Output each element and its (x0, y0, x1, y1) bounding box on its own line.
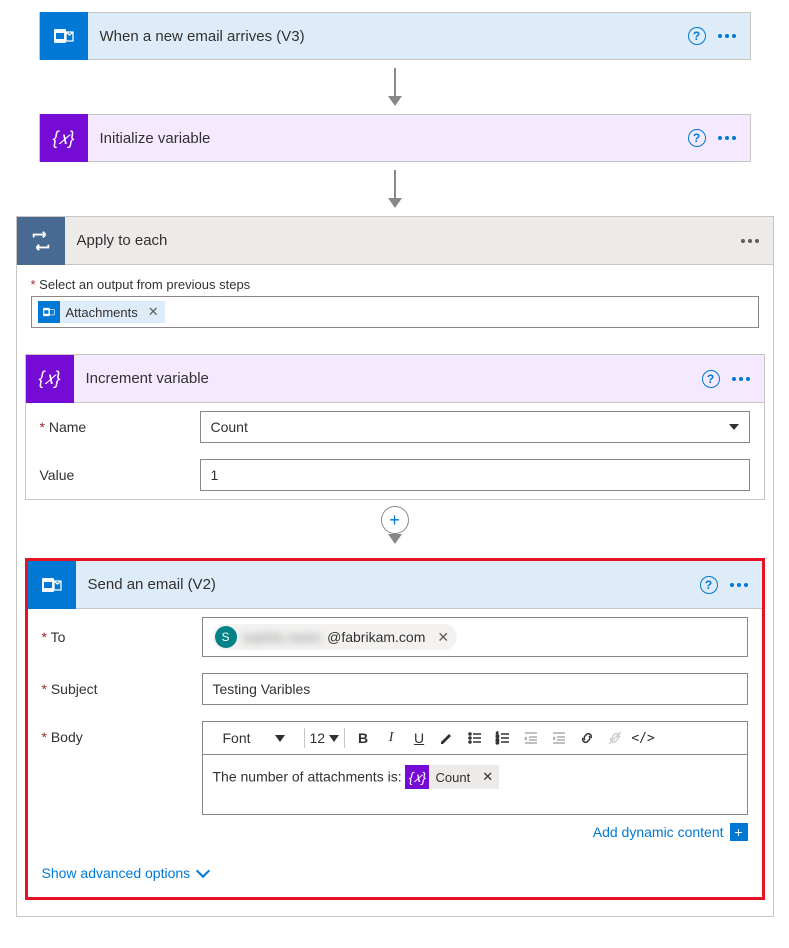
remove-recipient-icon[interactable]: ✕ (431, 629, 449, 646)
remove-token-icon[interactable]: ✕ (476, 769, 499, 785)
value-input[interactable]: 1 (200, 459, 750, 491)
more-icon[interactable] (741, 239, 759, 243)
outlook-token-icon (38, 301, 60, 323)
value-value: 1 (211, 467, 219, 483)
value-label: Value (40, 467, 190, 483)
number-list-button[interactable]: 123 (490, 725, 516, 751)
action-increment-variable[interactable]: {𝑥} Increment variable ? (26, 355, 764, 403)
avatar: S (215, 626, 237, 648)
rich-text-toolbar: Font 12 B I U (202, 721, 748, 755)
attachments-token[interactable]: Attachments ✕ (38, 301, 165, 323)
connector-arrow (388, 68, 402, 106)
bold-button[interactable]: B (350, 725, 376, 751)
subject-value: Testing Varibles (213, 681, 311, 697)
underline-button[interactable]: U (406, 725, 432, 751)
token-label: Attachments (66, 305, 138, 320)
action-send-email[interactable]: Send an email (V2) ? (28, 561, 762, 609)
name-label: Name (40, 419, 190, 435)
variable-icon: {𝑥} (40, 114, 88, 162)
to-label: To (42, 629, 192, 645)
remove-token-icon[interactable]: ✕ (144, 304, 159, 320)
code-view-button[interactable]: </> (630, 725, 656, 751)
select-output-input[interactable]: Attachments ✕ (31, 296, 759, 328)
select-output-label: Select an output from previous steps (31, 277, 759, 292)
italic-button[interactable]: I (378, 725, 404, 751)
subject-input[interactable]: Testing Varibles (202, 673, 748, 705)
add-step-button[interactable]: + (381, 506, 409, 534)
more-icon[interactable] (732, 377, 750, 381)
send-email-title: Send an email (V2) (76, 576, 700, 593)
outlook-icon (40, 12, 88, 60)
link-button[interactable] (574, 725, 600, 751)
action-initialize-variable[interactable]: {𝑥} Initialize variable ? (39, 114, 751, 162)
variable-icon: {𝑥} (405, 765, 429, 789)
svg-text:3: 3 (496, 740, 499, 746)
show-advanced-options-link[interactable]: Show advanced options (28, 849, 762, 887)
send-email-card-highlighted: Send an email (V2) ? To S sophie.owen @f… (25, 558, 765, 900)
action-apply-to-each[interactable]: Apply to each (17, 217, 773, 265)
add-dynamic-content-button[interactable]: + (730, 823, 748, 841)
recipient-pill[interactable]: S sophie.owen @fabrikam.com ✕ (213, 624, 458, 650)
body-label: Body (42, 721, 192, 745)
more-icon[interactable] (718, 136, 736, 140)
highlight-button[interactable] (434, 725, 460, 751)
count-variable-token[interactable]: {𝑥} Count ✕ (405, 765, 499, 789)
recipient-domain: @fabrikam.com (327, 629, 425, 645)
bullet-list-button[interactable] (462, 725, 488, 751)
help-icon[interactable]: ? (700, 576, 718, 594)
more-icon[interactable] (718, 34, 736, 38)
body-text: The number of attachments is: (213, 769, 406, 785)
token-label: Count (429, 770, 476, 785)
help-icon[interactable]: ? (702, 370, 720, 388)
to-input[interactable]: S sophie.owen @fabrikam.com ✕ (202, 617, 748, 657)
init-var-title: Initialize variable (88, 130, 688, 147)
apply-each-title: Apply to each (65, 232, 741, 249)
body-editor[interactable]: The number of attachments is: {𝑥} Count … (202, 755, 748, 815)
unlink-button[interactable] (602, 725, 628, 751)
recipient-hidden: sophie.owen (243, 629, 322, 645)
help-icon[interactable]: ? (688, 129, 706, 147)
outdent-button[interactable] (518, 725, 544, 751)
increment-variable-card: {𝑥} Increment variable ? Name Count Valu… (25, 354, 765, 500)
help-icon[interactable]: ? (688, 27, 706, 45)
name-value: Count (211, 419, 248, 435)
add-dynamic-content-link[interactable]: Add dynamic content (593, 824, 724, 840)
indent-button[interactable] (546, 725, 572, 751)
outlook-icon (28, 561, 76, 609)
font-size-select[interactable]: 12 (310, 725, 340, 751)
apply-to-each-container: Apply to each Select an output from prev… (16, 216, 774, 917)
chevron-down-icon (196, 864, 210, 878)
increment-title: Increment variable (74, 370, 702, 387)
connector-arrow (388, 170, 402, 208)
trigger-title: When a new email arrives (V3) (88, 28, 688, 45)
variable-icon: {𝑥} (26, 355, 74, 403)
more-icon[interactable] (730, 583, 748, 587)
loop-icon (17, 217, 65, 265)
name-select[interactable]: Count (200, 411, 750, 443)
font-family-select[interactable]: Font (209, 725, 299, 751)
subject-label: Subject (42, 681, 192, 697)
trigger-when-email-arrives[interactable]: When a new email arrives (V3) ? (39, 12, 751, 60)
